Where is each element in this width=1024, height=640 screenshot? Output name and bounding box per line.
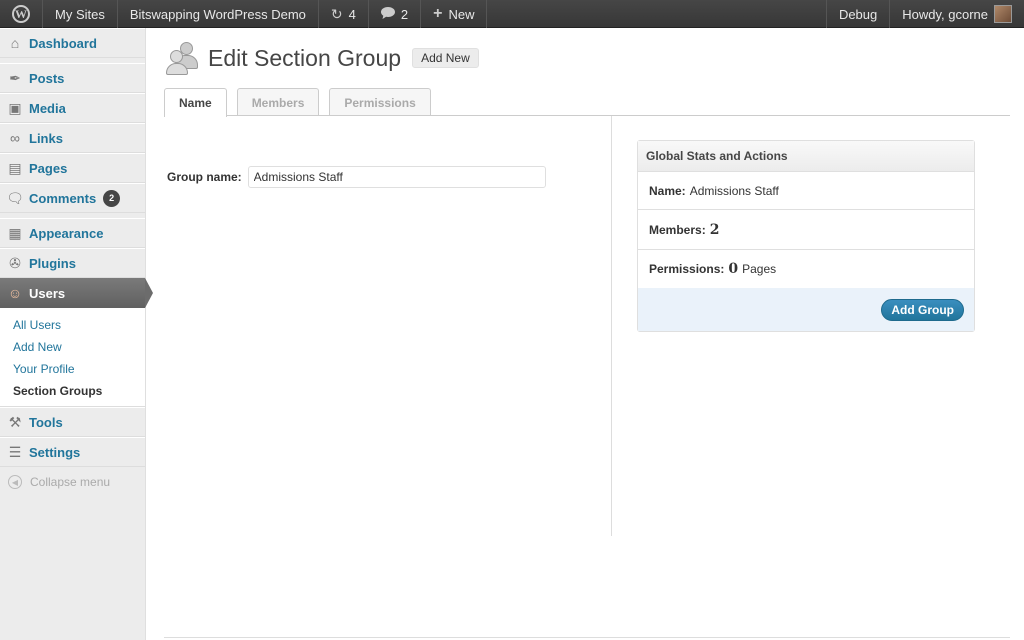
speech-bubble-icon [380,6,395,22]
submenu-your-profile[interactable]: Your Profile [0,358,145,380]
sidebar-item-label: Tools [29,414,63,430]
stats-permissions-unit: Pages [742,262,777,276]
sidebar-item-media[interactable]: ▣ Media [0,93,145,123]
sidebar-item-label: Settings [29,444,81,460]
link-icon: ∞ [10,130,20,146]
sidebar-item-appearance[interactable]: ▦ Appearance [0,218,145,248]
comment-icon: 🗨 [6,189,24,206]
new-label: New [448,6,475,22]
sidebar-item-label: Comments [29,190,97,206]
sidebar-item-settings[interactable]: ☰ Settings [0,437,145,467]
sidebar-item-users[interactable]: ☺ Users [0,278,153,308]
pin-icon: ✒ [9,69,21,86]
media-icon: ▣ [8,99,22,116]
house-icon: ⌂ [10,35,20,51]
sidebar-item-label: Pages [29,160,68,176]
comments-badge: 2 [103,189,121,207]
plus-icon: + [433,5,443,22]
debug-label: Debug [838,6,878,22]
collapse-menu-label: Collapse menu [30,475,111,489]
column-divider [611,116,612,536]
sidebar-item-posts[interactable]: ✒ Posts [0,63,145,93]
stats-name-label: Name: [649,183,686,198]
sidebar-item-plugins[interactable]: ✇ Plugins [0,248,145,278]
sidebar-item-dashboard[interactable]: ⌂ Dashboard [0,28,145,58]
updates-menu[interactable]: ↻ 4 [319,0,369,28]
wp-logo-menu[interactable]: W [0,0,43,28]
wordpress-logo-icon: W [12,5,30,23]
admin-bar: W My Sites Bitswapping WordPress Demo ↻ … [0,0,1024,28]
stats-members-value: 2 [709,221,720,238]
tab-name[interactable]: Name [164,88,227,117]
sidebar-item-label: Links [29,130,63,146]
settings-icon: ☰ [8,443,22,460]
page-title: Edit Section Group [208,44,402,71]
comments-count: 2 [400,6,409,22]
site-name-menu[interactable]: Bitswapping WordPress Demo [118,0,319,28]
stats-actions: Add Group [638,288,974,331]
tab-divider [164,115,1010,116]
my-sites-label: My Sites [55,6,105,22]
tools-icon: ⚒ [8,413,22,430]
global-stats-box: Global Stats and Actions Name: Admission… [637,140,975,332]
tab-permissions[interactable]: Permissions [329,88,431,116]
users-icon: ☺ [7,285,23,301]
comments-menu[interactable]: 2 [369,0,422,28]
page-header: Edit Section Group Add New [166,40,479,76]
my-account-menu[interactable]: Howdy, gcorne [889,0,1024,28]
plugin-icon: ✇ [9,254,21,271]
page-icon: ▤ [8,159,22,176]
avatar [994,5,1012,23]
sidebar-item-label: Users [29,285,66,301]
submenu-section-groups[interactable]: Section Groups [0,380,145,402]
stats-permissions-value: 0 [728,261,739,277]
sidebar-item-tools[interactable]: ⚒ Tools [0,407,145,437]
refresh-icon: ↻ [330,5,343,22]
footer-divider [164,637,1010,638]
new-content-menu[interactable]: + New [421,0,488,28]
howdy-label: Howdy, gcorne [902,6,988,22]
appearance-icon: ▦ [8,224,22,241]
stats-name-row: Name: Admissions Staff [638,172,974,210]
site-name-label: Bitswapping WordPress Demo [129,6,306,22]
group-name-field-row: Group name: [167,166,546,188]
group-name-label: Group name: [167,170,242,184]
debug-menu[interactable]: Debug [825,0,889,28]
sidebar-item-label: Plugins [29,255,76,271]
admin-sidebar: ⌂ Dashboard ✒ Posts ▣ Media ∞ Links ▤ Pa… [0,28,153,640]
tab-members[interactable]: Members [236,88,320,116]
sidebar-item-links[interactable]: ∞ Links [0,123,145,153]
add-new-button[interactable]: Add New [412,48,479,68]
sidebar-item-label: Appearance [29,225,104,241]
sidebar-item-comments[interactable]: 🗨 Comments 2 [0,183,145,213]
tab-bar: Name Members Permissions [164,88,441,117]
stats-header: Global Stats and Actions [638,141,974,172]
add-group-button[interactable]: Add Group [881,298,964,321]
main-content: Edit Section Group Add New Name Members … [146,28,1024,640]
my-sites-menu[interactable]: My Sites [43,0,118,28]
stats-name-value: Admissions Staff [689,183,779,198]
group-name-input[interactable] [247,166,546,188]
submenu-all-users[interactable]: All Users [0,314,145,336]
submenu-add-new[interactable]: Add New [0,336,145,358]
stats-permissions-label: Permissions: [649,262,725,276]
collapse-menu-button[interactable]: ◀ Collapse menu [0,467,145,497]
updates-count: 4 [348,6,356,22]
users-page-icon [166,40,202,76]
stats-permissions-row: Permissions: 0 Pages [638,250,974,288]
stats-members-row: Members: 2 [638,210,974,250]
sidebar-item-label: Dashboard [29,35,97,51]
users-submenu: All Users Add New Your Profile Section G… [0,308,145,407]
sidebar-item-label: Posts [29,70,65,86]
sidebar-item-label: Media [29,100,66,116]
collapse-arrow-icon: ◀ [8,475,22,489]
sidebar-item-pages[interactable]: ▤ Pages [0,153,145,183]
stats-members-label: Members: [649,222,706,237]
